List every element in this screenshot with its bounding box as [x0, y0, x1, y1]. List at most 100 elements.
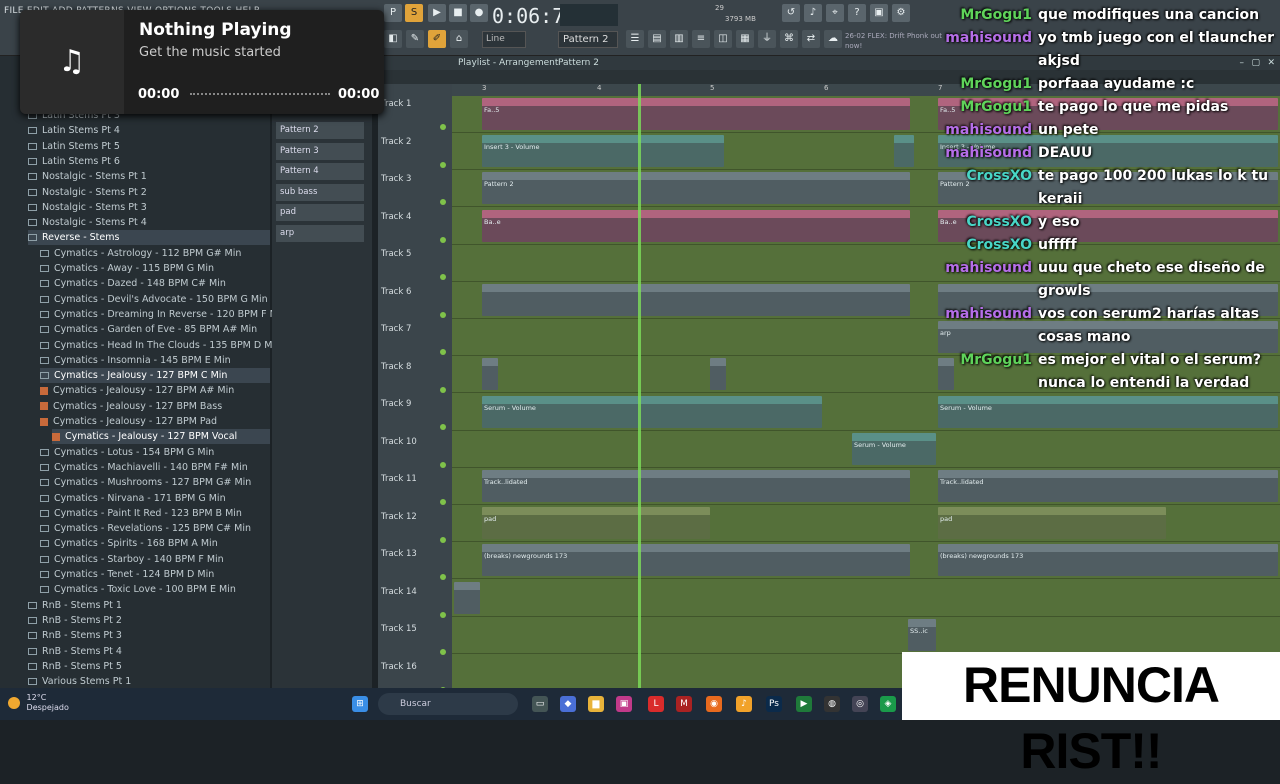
browser-item[interactable]: Cymatics - Jealousy - 127 BPM Pad — [40, 414, 270, 429]
browser-item[interactable]: Cymatics - Paint It Red - 123 BPM B Min — [40, 506, 270, 521]
browser-item[interactable]: RnB - Stems Pt 2 — [28, 613, 270, 628]
pattern-mode-button[interactable]: P — [384, 4, 402, 22]
browser-item[interactable]: Nostalgic - Stems Pt 4 — [28, 215, 270, 230]
playlist-clip[interactable]: Insert 3 - Volume — [482, 135, 724, 168]
browser-item[interactable]: Nostalgic - Stems Pt 3 — [28, 200, 270, 215]
track-name[interactable]: Track 15 — [381, 624, 417, 634]
mic-icon[interactable]: ♪ — [804, 4, 822, 22]
tempo-icon[interactable]: ⌘ — [780, 30, 798, 48]
plugin-icon[interactable]: ▦ — [736, 30, 754, 48]
app-dark-icon[interactable]: ◍ — [824, 696, 840, 712]
track-mute-led[interactable] — [440, 311, 446, 318]
playlist-clip[interactable]: (breaks) newgrounds 173 — [482, 544, 910, 577]
track-lane[interactable] — [452, 580, 1280, 617]
browser-item[interactable]: Cymatics - Machiavelli - 140 BPM F# Min — [40, 460, 270, 475]
stamp-icon[interactable]: ⌂ — [450, 30, 468, 48]
cloud-icon[interactable]: ☁ — [824, 30, 842, 48]
copilot-icon[interactable]: ◆ — [560, 696, 576, 712]
track-name[interactable]: Track 13 — [381, 549, 417, 559]
mcafee-icon[interactable]: M — [676, 696, 692, 712]
browser-item[interactable]: Cymatics - Devil's Advocate - 150 BPM G … — [40, 292, 270, 307]
undo-icon[interactable]: ↺ — [782, 4, 800, 22]
playlist-clip[interactable]: pad — [482, 507, 710, 540]
taskbar-search[interactable]: Buscar — [378, 693, 518, 715]
browser-item[interactable]: Nostalgic - Stems Pt 2 — [28, 185, 270, 200]
playlist-clip[interactable]: Fa..5 — [482, 98, 910, 130]
track-name[interactable]: Track 7 — [381, 324, 411, 334]
browser-item[interactable]: Cymatics - Jealousy - 127 BPM Bass — [40, 399, 270, 414]
track-mute-led[interactable] — [440, 349, 446, 355]
picker-item[interactable]: arp — [276, 225, 364, 242]
photoshop-icon[interactable]: Ps — [766, 696, 782, 712]
paint-icon[interactable]: ✐ — [428, 30, 446, 48]
track-mute-led[interactable] — [440, 386, 446, 393]
weather-widget[interactable]: 12°C Despejado — [8, 693, 69, 713]
picker-item[interactable]: Pattern 3 — [276, 142, 364, 160]
track-mute-led[interactable] — [440, 274, 446, 280]
channel-rack-icon[interactable]: ▥ — [670, 30, 688, 48]
store-icon[interactable]: ▣ — [616, 696, 632, 712]
playlist-clip[interactable] — [894, 135, 914, 168]
firefox-icon[interactable]: ◉ — [706, 696, 722, 712]
playlist-clip[interactable]: (breaks) newgrounds 173 — [938, 544, 1278, 577]
pattern-select[interactable]: Pattern 2 — [558, 31, 618, 48]
playlist-clip[interactable]: SS..ic — [908, 618, 936, 651]
browser-item[interactable]: Latin Stems Pt 5 — [28, 139, 270, 154]
track-name[interactable]: Track 10 — [381, 437, 417, 447]
browser-item[interactable]: Cymatics - Lotus - 154 BPM G Min — [40, 445, 270, 460]
browser-item[interactable]: RnB - Stems Pt 4 — [28, 644, 270, 659]
browser-item[interactable]: Latin Stems Pt 4 — [28, 123, 270, 138]
track-mute-led[interactable] — [440, 649, 446, 655]
browser-item[interactable]: Cymatics - Dazed - 148 BPM C# Min — [40, 276, 270, 291]
track-lane[interactable]: Serum - Volume — [452, 431, 1280, 468]
browser-item[interactable]: Cymatics - Head In The Clouds - 135 BPM … — [40, 338, 281, 353]
playlist-clip[interactable] — [482, 358, 498, 391]
track-name[interactable]: Track 6 — [381, 287, 411, 297]
draw-icon[interactable]: ✎ — [406, 30, 424, 48]
browser-item[interactable]: Cymatics - Spirits - 168 BPM A Min — [40, 536, 270, 551]
playlist-clip[interactable]: Ba..e — [482, 209, 910, 242]
track-name[interactable]: Track 3 — [381, 174, 411, 184]
track-name[interactable]: Track 4 — [381, 212, 411, 222]
track-name[interactable]: Track 2 — [381, 137, 411, 147]
playlist-pattern[interactable]: Pattern 2 — [558, 56, 599, 70]
piano-roll-icon[interactable]: ▤ — [648, 30, 666, 48]
app-green-icon[interactable]: ◈ — [880, 696, 896, 712]
browser-item[interactable]: RnB - Stems Pt 5 — [28, 659, 270, 674]
track-name[interactable]: Track 5 — [381, 249, 411, 259]
track-lane[interactable]: Track..lidated Track..lidated — [452, 468, 1280, 505]
track-name[interactable]: Track 12 — [381, 512, 417, 522]
playlist-clip[interactable] — [454, 581, 480, 614]
mixer-icon[interactable]: ≡ — [692, 30, 710, 48]
settings-icon[interactable]: ⚙ — [892, 4, 910, 22]
browser-item[interactable]: Various Stems Pt 1 — [28, 674, 270, 689]
browser-item[interactable]: Cymatics - Astrology - 112 BPM G# Min — [40, 246, 270, 261]
record-button[interactable]: ● — [470, 4, 488, 22]
browser-item[interactable]: Nostalgic - Stems Pt 1 — [28, 169, 270, 184]
browser-item[interactable]: Cymatics - Starboy - 140 BPM F Min — [40, 552, 270, 567]
plug-icon[interactable]: ⏚ — [758, 30, 776, 48]
playlist-clip[interactable]: Serum - Volume — [482, 395, 822, 428]
save-icon[interactable]: ▣ — [870, 4, 888, 22]
browser-item[interactable]: Cymatics - Mushrooms - 127 BPM G# Min — [40, 475, 270, 490]
track-mute-led[interactable] — [440, 424, 446, 430]
browser-item[interactable]: Latin Stems Pt 6 — [28, 154, 270, 169]
browser-item[interactable]: Cymatics - Revelations - 125 BPM C# Min — [40, 521, 270, 536]
track-mute-led[interactable] — [440, 611, 446, 618]
playhead[interactable] — [638, 84, 641, 688]
track-mute-led[interactable] — [440, 161, 446, 168]
media-progress[interactable] — [190, 93, 330, 97]
track-name[interactable]: Track 1 — [381, 99, 411, 109]
picker-item[interactable]: Pattern 4 — [276, 163, 364, 181]
playlist-icon[interactable]: ☰ — [626, 30, 644, 48]
playlist-clip[interactable]: pad — [938, 507, 1166, 540]
browser-item[interactable]: Cymatics - Toxic Love - 100 BPM E Min — [40, 582, 270, 597]
playlist-clip[interactable]: Track..lidated — [938, 470, 1278, 502]
track-name[interactable]: Track 11 — [381, 474, 417, 484]
playlist-clip[interactable]: Pattern 2 — [482, 172, 910, 205]
browser-item[interactable]: Cymatics - Dreaming In Reverse - 120 BPM… — [40, 307, 286, 322]
track-mute-led[interactable] — [440, 499, 446, 505]
track-lane[interactable]: (breaks) newgrounds 173 (breaks) newgroun… — [452, 542, 1280, 580]
fl-studio-icon[interactable]: ♪ — [736, 696, 752, 712]
browser-item[interactable]: RnB - Stems Pt 1 — [28, 598, 270, 613]
